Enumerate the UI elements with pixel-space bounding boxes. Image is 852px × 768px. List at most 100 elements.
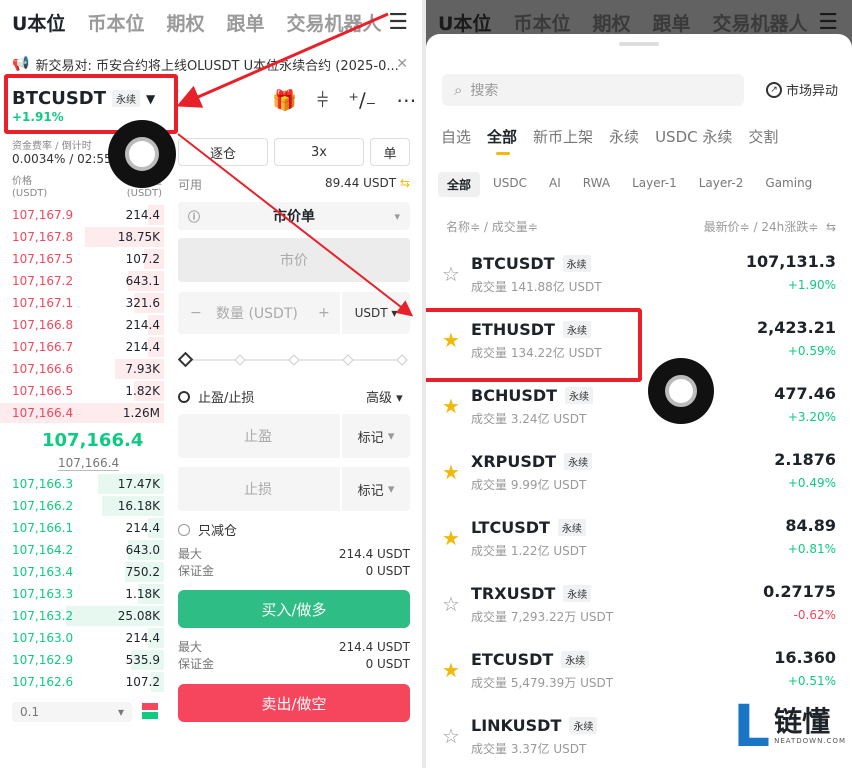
leverage-button[interactable]: 3x: [274, 138, 364, 166]
bid-row[interactable]: 107,166.2 16.18K: [0, 495, 164, 517]
close-icon[interactable]: ✕: [396, 56, 408, 72]
announcement-text: 新交易对: 币安合约将上线OLUSDT U本位永续合约 (2025-0...: [35, 58, 399, 74]
favorite-star-icon[interactable]: ☆: [442, 724, 460, 748]
ask-row[interactable]: 107,167.9 214.4: [0, 204, 164, 226]
tab-usdm[interactable]: U本位: [12, 9, 65, 36]
sort-name-volume[interactable]: 名称≑ / 成交量≑: [446, 218, 538, 235]
price-input[interactable]: 市价: [178, 238, 410, 282]
precision-select[interactable]: 0.1 ▾: [12, 702, 132, 722]
tpsl-checkbox[interactable]: 止盈/止损: [178, 387, 254, 406]
symbol-list-item[interactable]: ★ XRPUSDT 永续 成交量 9.99亿 USDT 2.1876 +0.49%: [426, 438, 852, 504]
perpetual-tag: 永续: [561, 651, 590, 668]
ask-row[interactable]: 107,166.5 1.82K: [0, 380, 164, 402]
tab-copy-trading[interactable]: 跟单: [226, 9, 264, 36]
chip-layer2[interactable]: Layer-2: [690, 172, 753, 197]
margin-mode-button[interactable]: 逐仓: [178, 138, 268, 166]
chip-all[interactable]: 全部: [438, 172, 481, 197]
menu-icon[interactable]: ☰: [388, 10, 408, 35]
quantity-unit-select[interactable]: USDT ▾: [340, 292, 410, 334]
qty-col-unit: (USDT): [126, 188, 162, 199]
candle-chart-icon[interactable]: ⫩: [317, 88, 328, 112]
bid-row[interactable]: 107,163.2 25.08K: [0, 605, 164, 627]
last-price: 0.27175: [763, 582, 836, 601]
tab-delivery[interactable]: 交割: [748, 126, 778, 147]
logo-mark: L: [733, 692, 771, 760]
tab-coinm[interactable]: 币本位: [87, 9, 144, 36]
tab-options[interactable]: 期权: [166, 9, 204, 36]
ask-row[interactable]: 107,166.8 214.4: [0, 314, 164, 336]
chip-rwa[interactable]: RWA: [574, 172, 619, 197]
perpetual-tag: 永续: [557, 519, 586, 536]
tp-trigger-select[interactable]: 标记 ▾: [340, 414, 410, 458]
slider-handle[interactable]: [177, 351, 194, 368]
minus-icon[interactable]: −: [190, 305, 202, 321]
bid-row[interactable]: 107,162.6 107.2: [0, 671, 164, 693]
favorite-star-icon[interactable]: ★: [442, 658, 460, 682]
stop-loss-input[interactable]: 止损 标记 ▾: [178, 467, 410, 511]
tab-usdc-perpetual[interactable]: USDC 永续: [655, 126, 732, 147]
margin-label: 保证金: [178, 657, 215, 671]
more-icon[interactable]: ⋯: [396, 88, 416, 112]
ask-row[interactable]: 107,167.5 107.2: [0, 248, 164, 270]
bid-row[interactable]: 107,163.3 1.18K: [0, 583, 164, 605]
chip-usdc[interactable]: USDC: [484, 172, 536, 197]
quantity-placeholder: 数量 (USDT): [216, 306, 298, 322]
bid-row[interactable]: 107,164.2 643.0: [0, 539, 164, 561]
tab-perpetual[interactable]: 永续: [609, 126, 639, 147]
order-type-select[interactable]: ⓘ 市价单 ▾: [178, 202, 410, 230]
swap-icon[interactable]: ⇆: [826, 220, 836, 234]
speaker-icon: 📢: [12, 56, 30, 72]
symbol-list-item[interactable]: ☆ TRXUSDT 永续 成交量 7,293.22万 USDT 0.27175 -0.62…: [426, 570, 852, 636]
sell-short-button[interactable]: 卖出/做空: [178, 684, 410, 722]
bid-row[interactable]: 107,163.0 214.4: [0, 627, 164, 649]
favorite-star-icon[interactable]: ☆: [442, 592, 460, 616]
favorite-star-icon[interactable]: ★: [442, 460, 460, 484]
ask-qty: 1.82K: [125, 384, 160, 398]
plus-icon[interactable]: +: [318, 305, 330, 321]
amount-slider[interactable]: [177, 351, 410, 368]
chip-ai[interactable]: AI: [540, 172, 570, 197]
market-alert-button[interactable]: ↗ 市场异动: [765, 80, 838, 99]
bid-row[interactable]: 107,166.1 214.4: [0, 517, 164, 539]
price-change: +3.20%: [787, 410, 836, 424]
symbol-list-item[interactable]: ☆ BTCUSDT 永续 成交量 141.88亿 USDT 107,131.3 +1.90…: [426, 240, 852, 306]
tab-new-listings[interactable]: 新币上架: [533, 126, 593, 147]
ask-row[interactable]: 107,167.2 643.1: [0, 270, 164, 292]
tab-all[interactable]: 全部: [487, 126, 517, 155]
calculator-icon[interactable]: ⁺∕₋: [348, 88, 376, 112]
ask-row[interactable]: 107,167.1 321.6: [0, 292, 164, 314]
bid-row[interactable]: 107,162.9 535.9: [0, 649, 164, 671]
quantity-input[interactable]: − 数量 (USDT) + USDT ▾: [178, 292, 410, 334]
transfer-icon[interactable]: ⇆: [400, 176, 410, 190]
drag-handle[interactable]: [619, 42, 659, 46]
ask-row[interactable]: 107,166.7 214.4: [0, 336, 164, 358]
position-mode-button[interactable]: 单: [370, 138, 410, 166]
chip-layer1[interactable]: Layer-1: [623, 172, 686, 197]
sl-trigger-select[interactable]: 标记 ▾: [340, 467, 410, 511]
gift-icon[interactable]: 🎁: [272, 88, 297, 112]
bid-row[interactable]: 107,166.3 17.47K: [0, 473, 164, 495]
favorite-star-icon[interactable]: ★: [442, 526, 460, 550]
search-input[interactable]: ⌕ 搜索: [442, 74, 744, 106]
ask-row[interactable]: 107,167.8 18.75K: [0, 226, 164, 248]
last-price: 107,131.3: [745, 252, 836, 271]
chip-gaming[interactable]: Gaming: [756, 172, 821, 197]
favorite-star-icon[interactable]: ☆: [442, 262, 460, 286]
buy-long-button[interactable]: 买入/做多: [178, 590, 410, 628]
ask-row[interactable]: 107,166.6 7.93K: [0, 358, 164, 380]
ask-row[interactable]: 107,166.4 1.26M: [0, 402, 164, 424]
price-change: +1.90%: [787, 278, 836, 292]
reduce-only-checkbox[interactable]: 只减仓: [178, 520, 237, 539]
market-picker-screen: U本位 币本位 期权 跟单 交易机器人 ☰ ⌕ 搜索 ↗ 市场异动 自选 全部 …: [426, 0, 852, 768]
advanced-select[interactable]: 高级 ▾: [366, 387, 403, 406]
sort-price-change[interactable]: 最新价≑ / 24h涨跌≑: [704, 220, 819, 234]
price-change: +0.59%: [787, 344, 836, 358]
take-profit-input[interactable]: 止盈 标记 ▾: [178, 414, 410, 458]
favorite-star-icon[interactable]: ★: [442, 394, 460, 418]
tab-favorites[interactable]: 自选: [441, 126, 471, 147]
bid-row[interactable]: 107,163.4 750.2: [0, 561, 164, 583]
symbol-list-item[interactable]: ★ LTCUSDT 永续 成交量 1.22亿 USDT 84.89 +0.81%: [426, 504, 852, 570]
tab-trading-bots[interactable]: 交易机器人: [286, 9, 381, 36]
orderbook-layout-icon[interactable]: [142, 703, 158, 719]
symbol-list-item[interactable]: ★ ETCUSDT 永续 成交量 5,479.39万 USDT 16.360 +0.51%: [426, 636, 852, 702]
